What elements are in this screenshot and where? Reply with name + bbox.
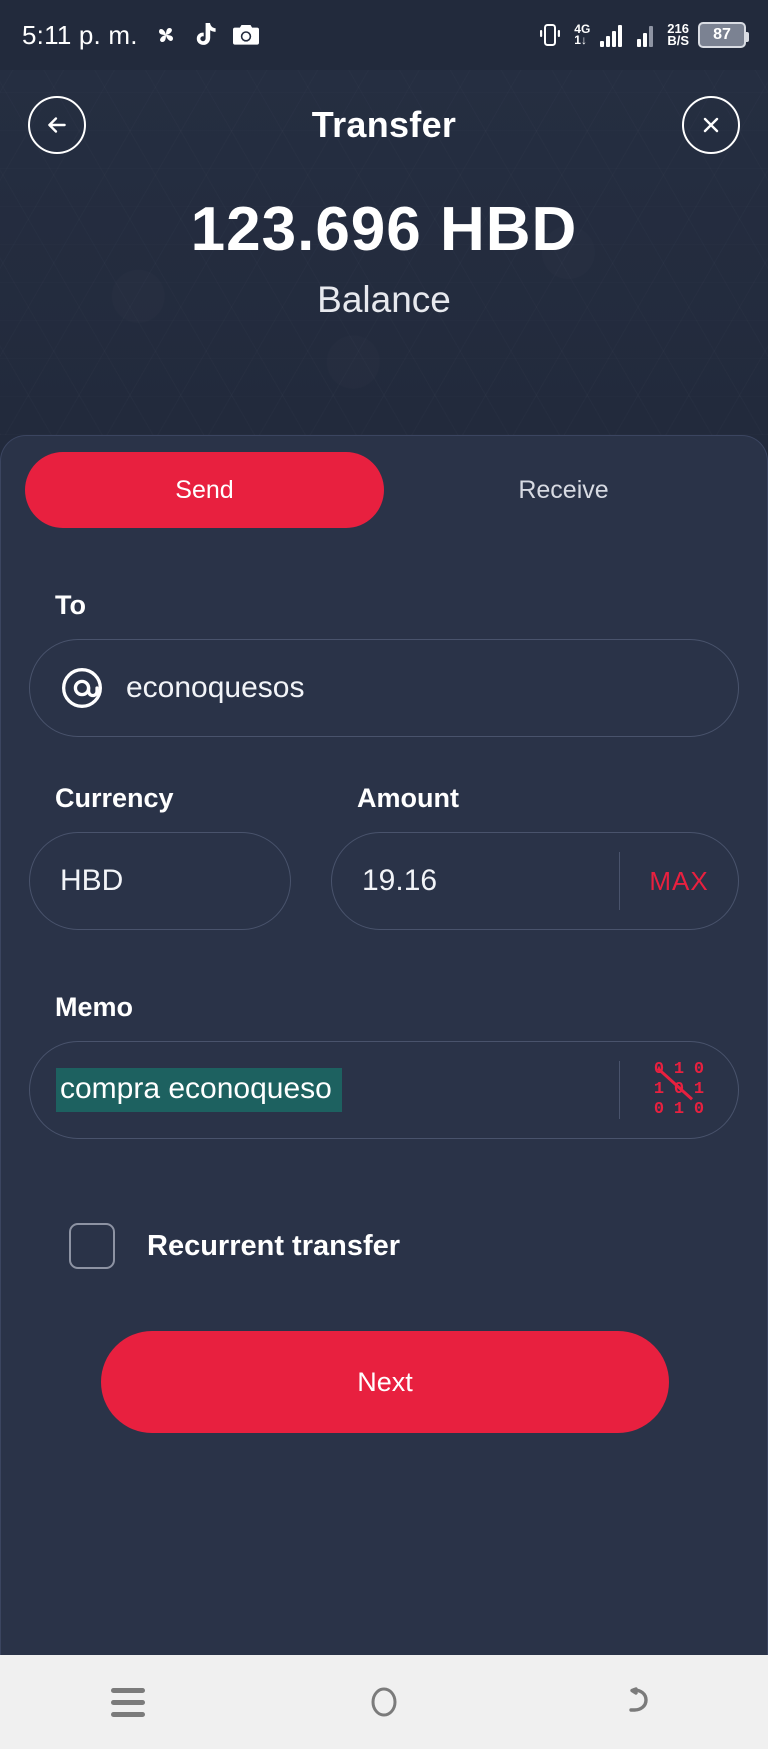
currency-group: Currency HBD [29, 737, 291, 930]
memo-field[interactable]: compra econoqueso 0 1 0 1 0 1 0 1 0 [29, 1041, 739, 1139]
vibrate-icon [540, 24, 561, 46]
amount-label: Amount [357, 783, 459, 813]
amount-field[interactable]: 19.16 MAX [331, 832, 739, 930]
binary-digit: 0 [693, 1060, 705, 1079]
transfer-tabs: Send Receive [1, 436, 767, 528]
currency-label: Currency [55, 783, 174, 813]
max-button[interactable]: MAX [620, 866, 738, 897]
recents-button[interactable] [0, 1687, 256, 1717]
binary-digit: 1 [693, 1080, 705, 1099]
tiktok-icon [196, 23, 216, 45]
currency-field[interactable]: HBD [29, 832, 291, 930]
to-value: econoquesos [126, 671, 305, 704]
balance-amount: 123.696 HBD [190, 195, 578, 264]
back-arrow-icon [629, 1687, 648, 1712]
back-button[interactable] [28, 96, 86, 154]
encrypt-memo-button[interactable]: 0 1 0 1 0 1 0 1 0 [620, 1061, 738, 1119]
transfer-header: Transfer 123.696 HBD Balance [0, 70, 768, 435]
camera-icon [232, 25, 259, 45]
tab-receive[interactable]: Receive [384, 452, 743, 528]
binary-encrypt-icon: 0 1 0 1 0 1 0 1 0 [650, 1061, 708, 1119]
currency-value: HBD [60, 864, 124, 897]
page-title: Transfer [311, 104, 457, 145]
android-nav-bar [0, 1655, 768, 1749]
pinwheel-icon [158, 28, 173, 42]
arrow-left-icon [48, 117, 66, 133]
network-type-indicator: 4G 1↓ [574, 22, 591, 47]
recurrent-transfer-label: Recurrent transfer [147, 1229, 401, 1262]
balance-label: Balance [317, 279, 451, 320]
amount-group: Amount 19.16 MAX [331, 737, 739, 930]
phone-screen: 5:11 p. m. 4G 1↓ 216 B/S 87 Transfer 123… [0, 0, 768, 1749]
status-bar: 5:11 p. m. 4G 1↓ 216 B/S 87 [0, 0, 768, 70]
data-rate-indicator: 216 B/S [667, 21, 689, 48]
home-circle-icon [371, 1687, 397, 1717]
currency-amount-row: Currency HBD Amount 19.16 MAX [29, 737, 739, 930]
signal-bars-sim2-icon [637, 26, 654, 47]
at-sign-icon [62, 668, 102, 708]
binary-digit: 0 [693, 1100, 705, 1119]
recurrent-transfer-row[interactable]: Recurrent transfer [69, 1223, 739, 1269]
amount-value: 19.16 [362, 864, 438, 897]
binary-digit: 1 [673, 1060, 685, 1079]
signal-bars-sim1-icon [600, 25, 623, 47]
binary-digit: 0 [673, 1080, 685, 1099]
binary-digit: 0 [653, 1100, 665, 1119]
home-button[interactable] [256, 1682, 512, 1722]
to-field[interactable]: econoquesos [29, 639, 739, 737]
status-bar-clock: 5:11 p. m. [22, 19, 138, 50]
battery-indicator: 87 [698, 22, 749, 48]
memo-label: Memo [55, 992, 134, 1022]
binary-digit: 0 [653, 1060, 665, 1079]
memo-value: compra econoqueso [56, 1068, 342, 1112]
transfer-form: To econoquesos Currency HBD Amount 19.16… [1, 590, 767, 1269]
header-nav-row: Transfer [0, 70, 768, 180]
back-nav-button[interactable] [512, 1684, 768, 1720]
to-label: To [55, 590, 86, 620]
battery-percent-label: 87 [713, 26, 731, 43]
recents-icon [111, 1687, 145, 1717]
binary-digit: 1 [673, 1100, 685, 1119]
close-icon [703, 117, 719, 133]
transfer-card: Send Receive To econoquesos Currency HBD [0, 435, 768, 1655]
recurrent-transfer-checkbox[interactable] [69, 1223, 115, 1269]
close-button[interactable] [682, 96, 740, 154]
next-button[interactable]: Next [101, 1331, 669, 1433]
binary-digit: 1 [653, 1080, 665, 1099]
status-bar-right: 4G 1↓ 216 B/S 87 [535, 21, 749, 48]
tab-send[interactable]: Send [25, 452, 384, 528]
status-bar-left: 5:11 p. m. [22, 20, 260, 51]
